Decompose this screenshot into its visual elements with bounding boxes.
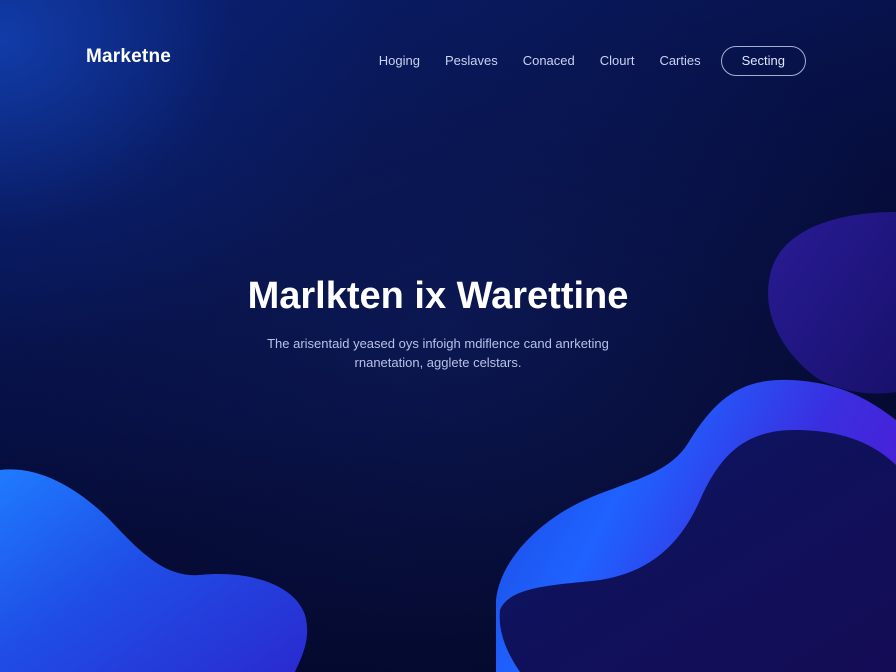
nav-cta-button[interactable]: Secting [720,46,806,76]
nav-link-clourt[interactable]: Clourt [600,47,635,75]
left-bottom-blob [0,469,308,672]
nav-link-peslaves[interactable]: Peslaves [445,47,498,75]
hero-title: Marlkten ix Warettine [247,275,629,317]
hero-section: Marlkten ix Warettine The arisentaid yea… [0,272,896,372]
hero-subtitle: The arisentaid yeased oys infoigh mdifle… [267,336,609,370]
nav-link-conaced[interactable]: Conaced [523,47,575,75]
nav-link-hoging[interactable]: Hoging [379,47,420,75]
top-navigation: Hoging Peslaves Conaced Clourt Carties S… [379,46,806,76]
landing-page: Marketne Hoging Peslaves Conaced Clourt … [0,0,896,672]
nav-link-carties[interactable]: Carties [659,47,700,75]
brand-logo[interactable]: Marketne [86,46,171,68]
